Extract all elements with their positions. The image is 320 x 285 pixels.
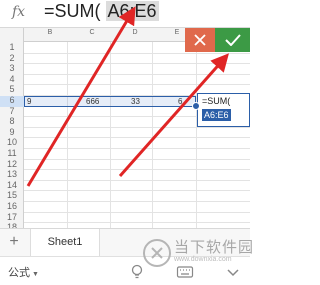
sheet-tab-sheet1[interactable]: Sheet1 [30, 229, 100, 256]
cell-d6-value[interactable]: 6 [178, 96, 182, 107]
bottom-toolbar: 公式 ▼ [0, 256, 250, 285]
row-header-4[interactable]: 4 [0, 74, 24, 84]
selected-range[interactable] [24, 96, 196, 107]
fx-icon: fx [12, 4, 26, 20]
grid-line [24, 137, 250, 139]
collapse-keyboard-icon[interactable] [224, 263, 242, 281]
grid-line [24, 63, 250, 65]
editing-cell[interactable]: =SUM( A6:E6 [197, 93, 250, 127]
lightbulb-icon[interactable] [128, 263, 146, 281]
formula-menu-label: 公式 [8, 267, 30, 279]
keyboard-icon[interactable] [176, 263, 194, 281]
row-header-10[interactable]: 10 [0, 137, 24, 147]
row-header-2[interactable]: 2 [0, 53, 24, 63]
grid-line [24, 73, 250, 75]
checkmark-icon [224, 34, 241, 46]
cell-b6-value[interactable]: 666 [86, 96, 99, 107]
formula-menu-button[interactable]: 公式 ▼ [8, 264, 39, 280]
editing-cell-formula: =SUM( [202, 96, 231, 106]
formula-range-ref: A6:E6 [105, 1, 159, 21]
grid-line [24, 84, 250, 86]
row-header-12[interactable]: 12 [0, 159, 24, 169]
add-sheet-button[interactable]: + [6, 233, 22, 251]
row-header-3[interactable]: 3 [0, 63, 24, 73]
formula-input[interactable]: =SUM( A6:E6 [44, 1, 159, 22]
editing-cell-range-ref: A6:E6 [202, 109, 231, 121]
grid-line [24, 52, 250, 54]
cancel-button[interactable] [185, 28, 215, 52]
chevron-down-icon: ▼ [32, 271, 39, 278]
column-header-d[interactable]: D [115, 29, 155, 36]
row-header-16[interactable]: 16 [0, 201, 24, 211]
formula-bar[interactable]: fx =SUM( A6:E6 [0, 0, 250, 28]
grid-line [24, 211, 250, 213]
selection-handle[interactable] [192, 102, 200, 110]
grid-line [24, 148, 250, 149]
grid-line [24, 201, 250, 202]
row-header-5[interactable]: 5 [0, 84, 24, 94]
row-header-15[interactable]: 15 [0, 190, 24, 200]
grid-line [24, 222, 250, 224]
column-header-c[interactable]: C [72, 29, 112, 36]
close-icon [194, 34, 206, 46]
row-header-1[interactable]: 1 [0, 42, 24, 52]
row-header-7[interactable]: 7 [0, 106, 24, 116]
row-header-17[interactable]: 17 [0, 212, 24, 222]
cell-c6-value[interactable]: 33 [131, 96, 140, 107]
grid-line [24, 158, 250, 160]
sheet-tab-bar: + Sheet1 [0, 228, 250, 256]
cell-a6-value[interactable]: 9 [27, 96, 31, 107]
grid-line [24, 179, 250, 181]
spreadsheet-grid[interactable]: B C D E 1 2 3 4 5 6 7 8 9 10 11 12 13 14 15 16 17 18 9 66… [0, 28, 250, 228]
confirm-button[interactable] [215, 28, 250, 52]
grid-line [24, 169, 250, 171]
row-header-14[interactable]: 14 [0, 180, 24, 190]
column-header-b[interactable]: B [30, 29, 70, 36]
row-header-9[interactable]: 9 [0, 127, 24, 137]
formula-prefix: =SUM( [44, 1, 101, 21]
grid-line [24, 190, 250, 192]
row-header-8[interactable]: 8 [0, 116, 24, 126]
row-header-11[interactable]: 11 [0, 148, 24, 158]
row-header-13[interactable]: 13 [0, 169, 24, 179]
row-header-6[interactable]: 6 [0, 95, 24, 105]
